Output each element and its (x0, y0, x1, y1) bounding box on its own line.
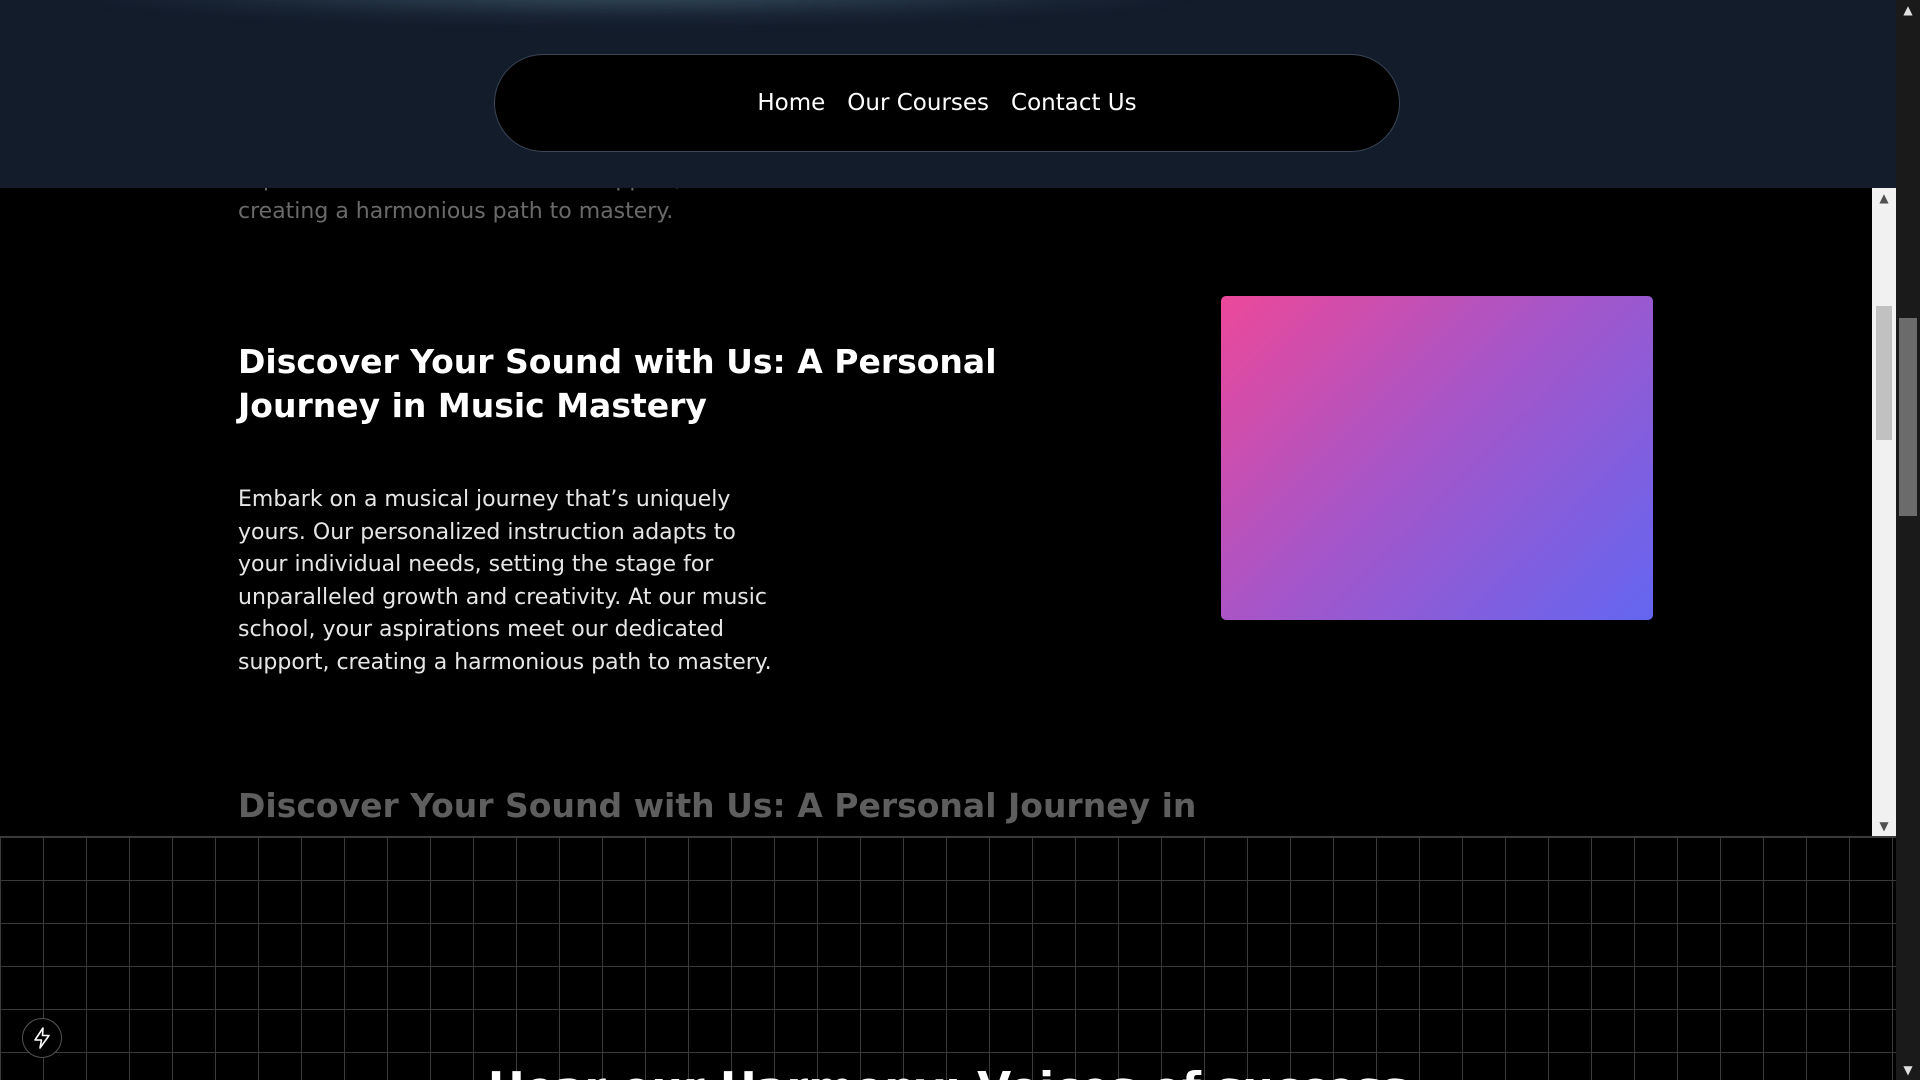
header-band: Home Our Courses Contact Us (0, 0, 1896, 188)
navbar: Home Our Courses Contact Us (494, 54, 1400, 152)
page: Home Our Courses Contact Us aspirations … (0, 0, 1920, 1080)
page-scrollbar[interactable]: ▲ ▼ (1896, 0, 1920, 1080)
grid-section: Hear our Harmony: Voices of success (0, 836, 1896, 1080)
section-title: Discover Your Sound with Us: A Personal … (238, 342, 997, 425)
lightning-bolt-button[interactable] (22, 1018, 62, 1058)
inner-scrollbar-thumb[interactable] (1876, 306, 1892, 440)
nav-link-contact-us[interactable]: Contact Us (1011, 90, 1137, 116)
scroll-down-arrow-icon[interactable]: ▼ (1872, 816, 1896, 836)
faded-paragraph-tail: aspirations meet our dedicated support, … (238, 188, 681, 224)
nav-link-home[interactable]: Home (757, 90, 825, 116)
nav-link-our-courses[interactable]: Our Courses (847, 90, 989, 116)
next-section-title: Discover Your Sound with Us: A Personal … (238, 786, 1197, 825)
page-scroll-down-icon[interactable]: ▼ (1896, 1060, 1920, 1080)
inner-scrollbar[interactable]: ▲ ▼ (1872, 188, 1896, 836)
scroll-up-arrow-icon[interactable]: ▲ (1872, 188, 1896, 208)
gradient-image-placeholder (1221, 296, 1653, 620)
header-glow (60, 0, 1210, 20)
testimonials-heading: Hear our Harmony: Voices of success (0, 1063, 1896, 1080)
page-scroll-up-icon[interactable]: ▲ (1896, 0, 1920, 20)
scroll-container[interactable]: aspirations meet our dedicated support, … (0, 188, 1872, 836)
page-scrollbar-thumb[interactable] (1899, 318, 1917, 516)
lightning-bolt-icon (34, 1027, 50, 1049)
section-body: Embark on a musical journey that’s uniqu… (238, 487, 772, 675)
